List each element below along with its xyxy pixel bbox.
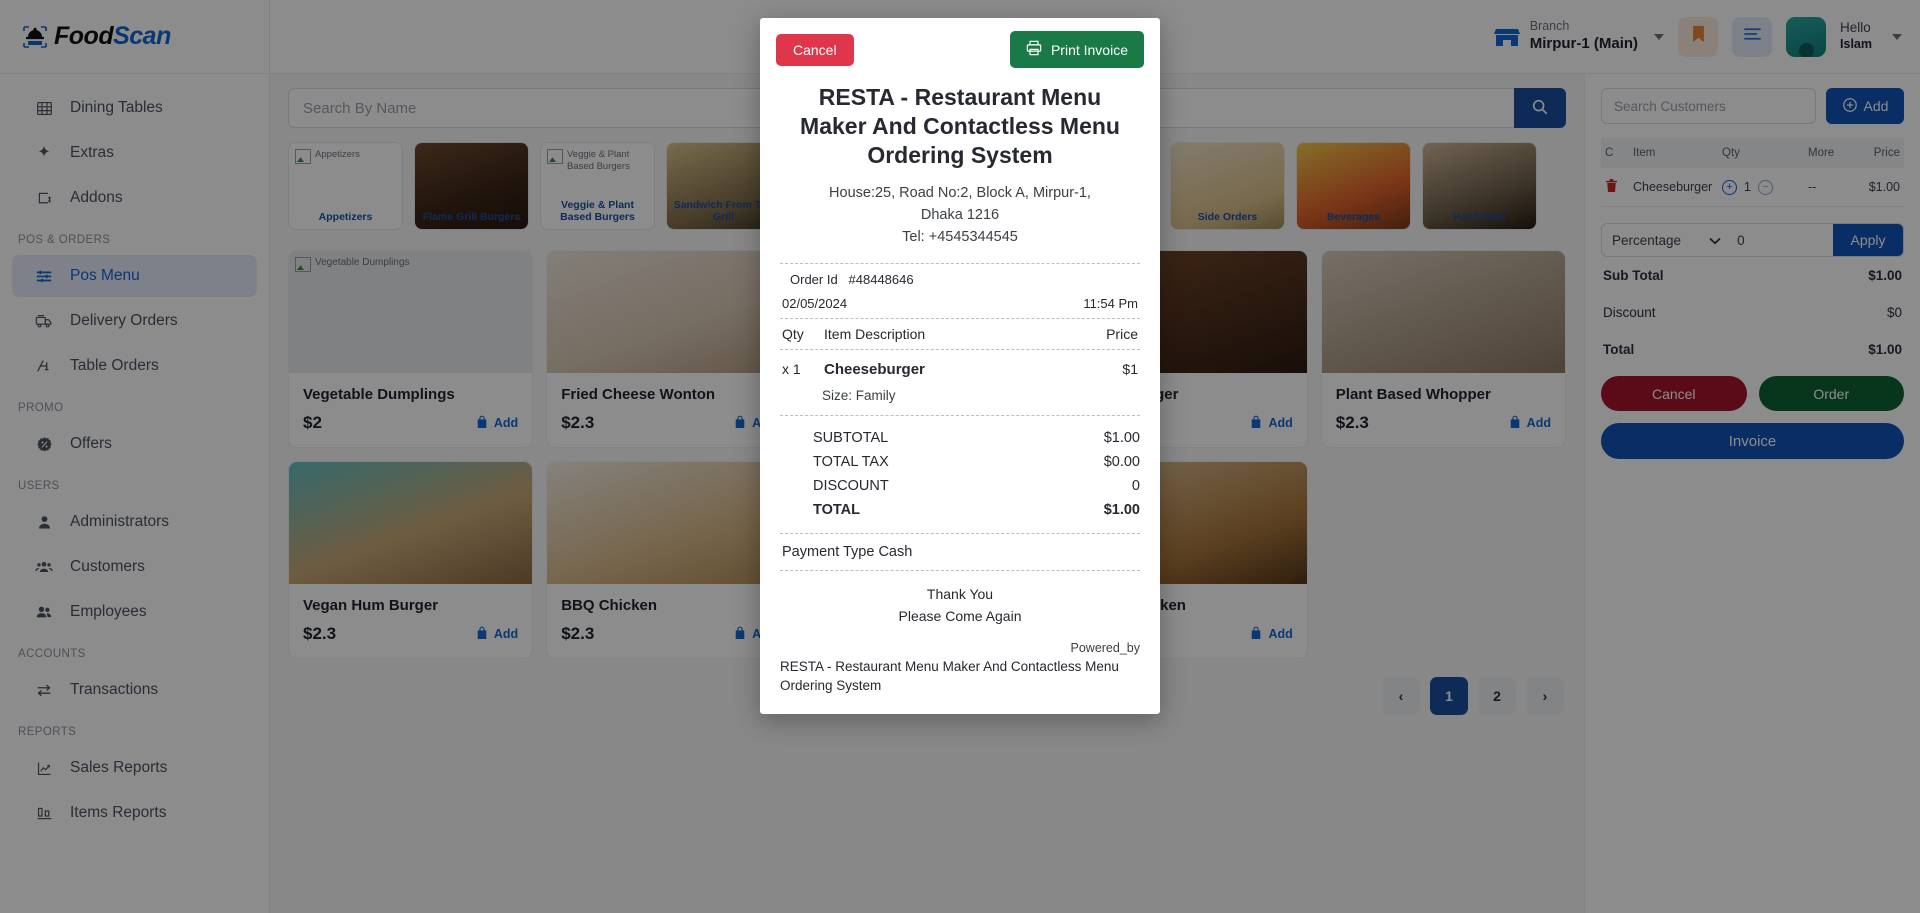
order-time: 11:54 Pm <box>1083 295 1138 311</box>
invoice-col-price: Price <box>1106 325 1138 342</box>
powered-by-label: Powered_by <box>1070 640 1141 655</box>
printer-icon <box>1026 40 1042 59</box>
address-tel: Tel: +4545344545 <box>902 228 1018 245</box>
line-item-qty: x 1 <box>782 360 801 377</box>
invoice-subtotal-row: SUBTOTAL $1.00 <box>780 426 1140 450</box>
order-date: 02/05/2024 <box>782 295 848 311</box>
invoice-line-item: x 1 Cheeseburger $1 <box>780 350 1140 385</box>
invoice-discount-value: 0 <box>1131 477 1140 494</box>
invoice-modal: Cancel Print Invoice RESTA - Restaurant … <box>760 18 1160 714</box>
invoice-columns: Qty Item Description Price <box>780 319 1140 349</box>
powered-by-name: RESTA - Restaurant Menu Maker And Contac… <box>780 658 1119 694</box>
address-line-2: Dhaka 1216 <box>920 207 1000 223</box>
order-datetime-row: 02/05/2024 11:54 Pm <box>780 289 1140 318</box>
line-item-price: $1 <box>1122 360 1138 377</box>
order-id-row: Order Id #48448646 <box>780 264 1140 289</box>
invoice-title: RESTA - Restaurant Menu Maker And Contac… <box>800 84 1120 168</box>
thanks-line-1: Thank You <box>926 585 994 602</box>
invoice-col-qty: Qty <box>782 325 804 342</box>
order-id-value: #48448646 <box>848 271 914 287</box>
invoice-cancel-button[interactable]: Cancel <box>776 33 854 66</box>
print-invoice-button[interactable]: Print Invoice <box>1009 31 1144 68</box>
line-item-size: Size: Family <box>822 387 896 403</box>
order-id-label: Order Id <box>790 271 838 287</box>
invoice-discount-row: DISCOUNT 0 <box>780 474 1140 498</box>
invoice-tax-value: $0.00 <box>1103 453 1140 470</box>
invoice-modal-header: Cancel Print Invoice <box>760 18 1160 81</box>
line-item-name: Cheeseburger <box>824 360 925 378</box>
invoice-subtotal-label: SUBTOTAL <box>813 429 889 446</box>
print-invoice-label: Print Invoice <box>1050 41 1128 58</box>
invoice-body: RESTA - Restaurant Menu Maker And Contac… <box>760 81 1160 714</box>
invoice-col-description: Item Description <box>824 325 926 342</box>
invoice-total-label: TOTAL <box>813 501 860 518</box>
thanks-line-2: Please Come Again <box>898 607 1022 624</box>
invoice-total-value: $1.00 <box>1103 501 1140 518</box>
invoice-tax-row: TOTAL TAX $0.00 <box>780 450 1140 474</box>
payment-type: Payment Type Cash <box>782 543 913 560</box>
address-line-1: House:25, Road No:2, Block A, Mirpur-1, <box>829 185 1091 202</box>
invoice-discount-label: DISCOUNT <box>813 477 889 494</box>
invoice-tax-label: TOTAL TAX <box>813 453 889 470</box>
invoice-address: House:25, Road No:2, Block A, Mirpur-1, … <box>780 183 1140 248</box>
invoice-total-row: TOTAL $1.00 <box>780 498 1140 522</box>
invoice-subtotal-value: $1.00 <box>1103 429 1140 446</box>
